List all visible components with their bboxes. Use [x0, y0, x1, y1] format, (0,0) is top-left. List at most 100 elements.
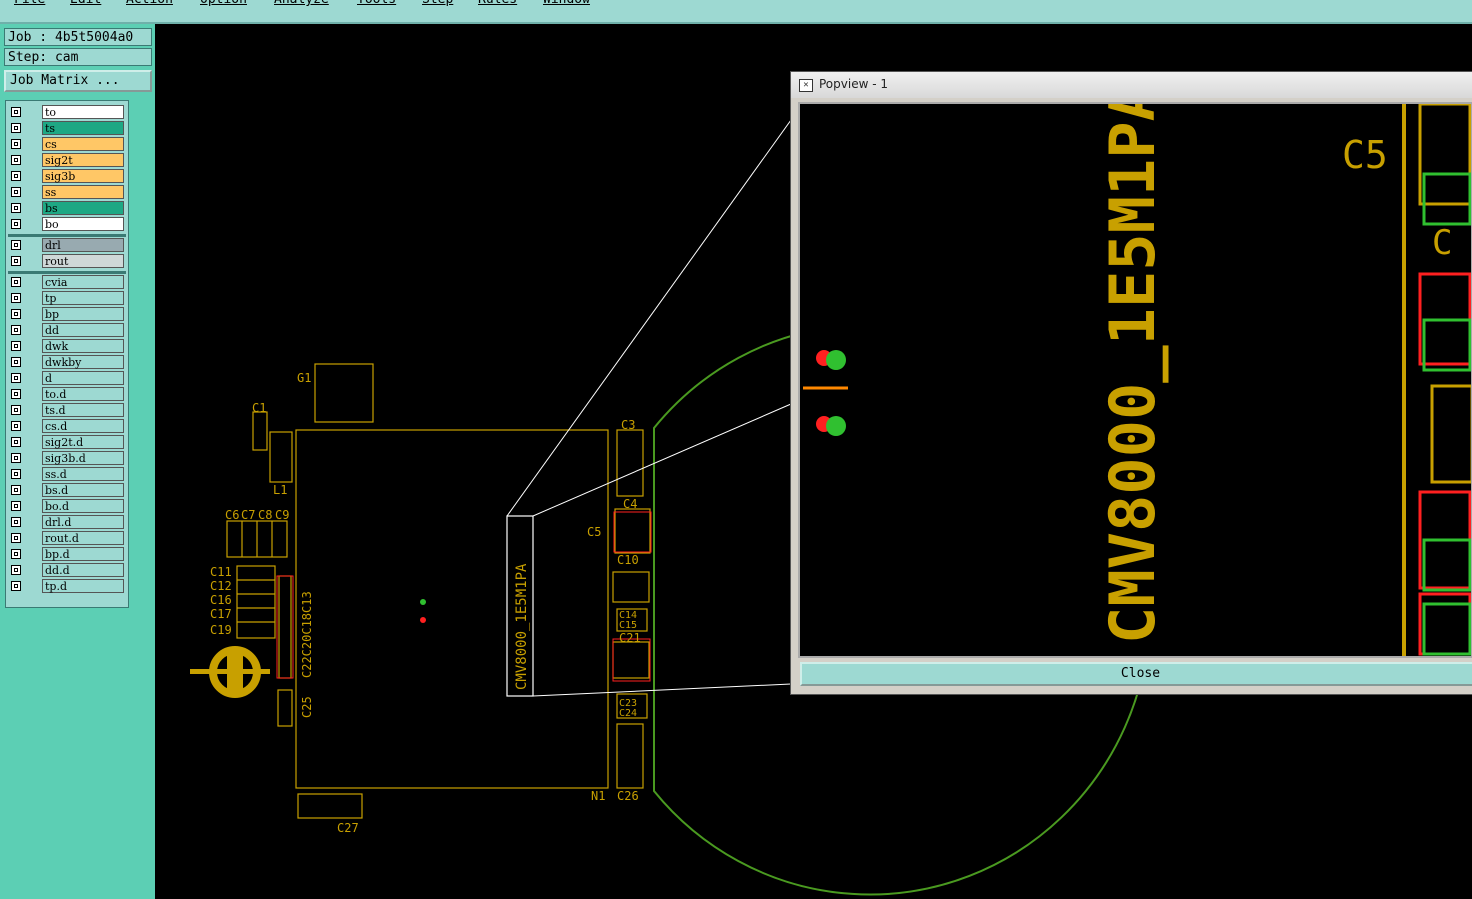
- layer-checkbox[interactable]: [11, 325, 21, 335]
- layer-row-bp-d[interactable]: bp.d: [8, 547, 126, 562]
- layer-checkbox[interactable]: [11, 219, 21, 229]
- layer-name[interactable]: ss.d: [42, 467, 124, 481]
- layer-checkbox[interactable]: [11, 155, 21, 165]
- layer-row-cvia[interactable]: cvia: [8, 275, 126, 290]
- layer-name[interactable]: sig2t.d: [42, 435, 124, 449]
- menu-action[interactable]: Action: [126, 0, 173, 7]
- layer-name[interactable]: d: [42, 371, 124, 385]
- layer-name[interactable]: bp: [42, 307, 124, 321]
- layer-row-ss-d[interactable]: ss.d: [8, 467, 126, 482]
- layer-row-bo[interactable]: bo: [8, 217, 126, 232]
- layer-checkbox[interactable]: [11, 240, 21, 250]
- close-button[interactable]: Close: [800, 662, 1472, 686]
- layer-name[interactable]: dwk: [42, 339, 124, 353]
- layer-name[interactable]: cs.d: [42, 419, 124, 433]
- layer-name[interactable]: sig3b: [42, 169, 124, 183]
- layer-row-tp[interactable]: tp: [8, 291, 126, 306]
- menu-rules[interactable]: Rules: [478, 0, 517, 7]
- menu-step[interactable]: Step: [422, 0, 453, 7]
- layer-name[interactable]: ss: [42, 185, 124, 199]
- layer-name[interactable]: to: [42, 105, 124, 119]
- layer-row-to[interactable]: to: [8, 105, 126, 120]
- layer-name[interactable]: bo: [42, 217, 124, 231]
- job-matrix-button[interactable]: Job Matrix ...: [4, 70, 152, 92]
- layer-name[interactable]: tp.d: [42, 579, 124, 593]
- layer-row-cs[interactable]: cs: [8, 137, 126, 152]
- layer-row-dwkby[interactable]: dwkby: [8, 355, 126, 370]
- popview-window[interactable]: ✕ Popview - 1 CMV8000_1E5M1PA C5 C Close: [790, 71, 1472, 695]
- menu-option[interactable]: Option: [200, 0, 247, 7]
- layer-row-dd-d[interactable]: dd.d: [8, 563, 126, 578]
- layer-row-bs-d[interactable]: bs.d: [8, 483, 126, 498]
- layer-checkbox[interactable]: [11, 453, 21, 463]
- layer-name[interactable]: sig3b.d: [42, 451, 124, 465]
- layer-checkbox[interactable]: [11, 203, 21, 213]
- layer-checkbox[interactable]: [11, 485, 21, 495]
- layer-name[interactable]: dd: [42, 323, 124, 337]
- layer-row-dd[interactable]: dd: [8, 323, 126, 338]
- layer-checkbox[interactable]: [11, 437, 21, 447]
- layer-row-drl[interactable]: drl: [8, 238, 126, 253]
- layer-row-bs[interactable]: bs: [8, 201, 126, 216]
- layer-checkbox[interactable]: [11, 501, 21, 511]
- layer-checkbox[interactable]: [11, 341, 21, 351]
- layer-row-sig3b[interactable]: sig3b: [8, 169, 126, 184]
- layer-checkbox[interactable]: [11, 309, 21, 319]
- layer-checkbox[interactable]: [11, 139, 21, 149]
- layer-name[interactable]: bs.d: [42, 483, 124, 497]
- layer-checkbox[interactable]: [11, 517, 21, 527]
- menu-edit[interactable]: Edit: [70, 0, 101, 7]
- layer-name[interactable]: drl.d: [42, 515, 124, 529]
- layer-row-bo-d[interactable]: bo.d: [8, 499, 126, 514]
- layer-checkbox[interactable]: [11, 405, 21, 415]
- layer-name[interactable]: bp.d: [42, 547, 124, 561]
- layer-row-bp[interactable]: bp: [8, 307, 126, 322]
- layer-row-ss[interactable]: ss: [8, 185, 126, 200]
- layer-row-ts-d[interactable]: ts.d: [8, 403, 126, 418]
- layer-name[interactable]: to.d: [42, 387, 124, 401]
- layer-checkbox[interactable]: [11, 293, 21, 303]
- layer-checkbox[interactable]: [11, 533, 21, 543]
- layer-checkbox[interactable]: [11, 549, 21, 559]
- layer-checkbox[interactable]: [11, 565, 21, 575]
- layer-name[interactable]: sig2t: [42, 153, 124, 167]
- layer-row-dwk[interactable]: dwk: [8, 339, 126, 354]
- layer-checkbox[interactable]: [11, 421, 21, 431]
- layer-name[interactable]: dd.d: [42, 563, 124, 577]
- layer-name[interactable]: rout: [42, 254, 124, 268]
- menu-window[interactable]: Window: [543, 0, 590, 7]
- layer-row-sig2t-d[interactable]: sig2t.d: [8, 435, 126, 450]
- menu-file[interactable]: File: [14, 0, 45, 7]
- popview-canvas[interactable]: CMV8000_1E5M1PA C5 C: [798, 102, 1472, 658]
- layer-row-rout[interactable]: rout: [8, 254, 126, 269]
- layer-row-cs-d[interactable]: cs.d: [8, 419, 126, 434]
- menu-tools[interactable]: Tools: [357, 0, 396, 7]
- layer-checkbox[interactable]: [11, 171, 21, 181]
- layer-checkbox[interactable]: [11, 373, 21, 383]
- layer-checkbox[interactable]: [11, 581, 21, 591]
- layer-checkbox[interactable]: [11, 357, 21, 367]
- layer-checkbox[interactable]: [11, 107, 21, 117]
- layer-row-sig2t[interactable]: sig2t: [8, 153, 126, 168]
- layer-checkbox[interactable]: [11, 469, 21, 479]
- menu-analyze[interactable]: Analyze: [274, 0, 329, 7]
- layer-checkbox[interactable]: [11, 123, 21, 133]
- layer-row-to-d[interactable]: to.d: [8, 387, 126, 402]
- layer-row-drl-d[interactable]: drl.d: [8, 515, 126, 530]
- layer-name[interactable]: bo.d: [42, 499, 124, 513]
- layer-name[interactable]: ts.d: [42, 403, 124, 417]
- layer-checkbox[interactable]: [11, 187, 21, 197]
- layer-row-tp-d[interactable]: tp.d: [8, 579, 126, 594]
- layer-row-rout-d[interactable]: rout.d: [8, 531, 126, 546]
- layer-row-d[interactable]: d: [8, 371, 126, 386]
- layer-name[interactable]: rout.d: [42, 531, 124, 545]
- layer-row-sig3b-d[interactable]: sig3b.d: [8, 451, 126, 466]
- layer-name[interactable]: ts: [42, 121, 124, 135]
- layer-name[interactable]: cs: [42, 137, 124, 151]
- layer-checkbox[interactable]: [11, 256, 21, 266]
- popview-titlebar[interactable]: ✕ Popview - 1: [791, 72, 1472, 98]
- layer-row-ts[interactable]: ts: [8, 121, 126, 136]
- layer-name[interactable]: dwkby: [42, 355, 124, 369]
- layer-name[interactable]: tp: [42, 291, 124, 305]
- layer-checkbox[interactable]: [11, 389, 21, 399]
